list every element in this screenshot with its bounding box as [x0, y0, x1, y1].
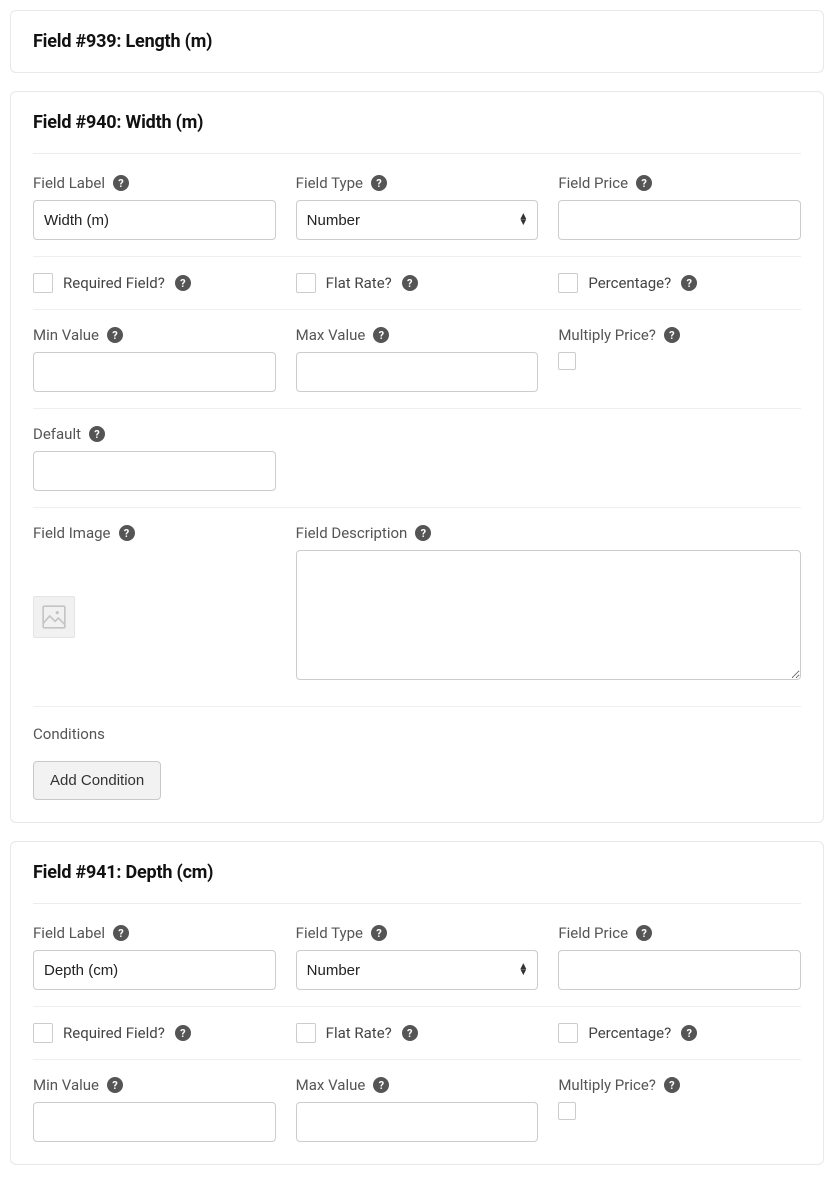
help-icon[interactable]: ? [402, 275, 418, 291]
field-price-label: Field Price ? [558, 174, 801, 192]
help-icon[interactable]: ? [175, 1025, 191, 1041]
help-icon[interactable]: ? [175, 275, 191, 291]
divider [33, 903, 801, 904]
help-icon[interactable]: ? [402, 1025, 418, 1041]
label-text: Field Price [558, 174, 628, 192]
label-text: Field Label [33, 924, 105, 942]
max-value-input[interactable] [296, 1102, 539, 1142]
label-text: Field Type [296, 924, 363, 942]
label-text: Min Value [33, 326, 99, 344]
percentage-checkbox[interactable] [558, 273, 578, 293]
field-image-label: Field Image ? [33, 524, 276, 542]
help-icon[interactable]: ? [107, 1077, 123, 1093]
label-text: Field Label [33, 174, 105, 192]
field-price-input[interactable] [558, 950, 801, 990]
label-text: Max Value [296, 1076, 366, 1094]
field-price-input[interactable] [558, 200, 801, 240]
multiply-price-label: Multiply Price? ? [558, 1076, 801, 1094]
label-text: Field Image [33, 524, 111, 542]
help-icon[interactable]: ? [681, 1025, 697, 1041]
divider [33, 153, 801, 154]
default-input[interactable] [33, 451, 276, 491]
field-type-select[interactable]: Number [296, 950, 539, 990]
min-value-label: Min Value ? [33, 1076, 276, 1094]
required-checkbox[interactable] [33, 273, 53, 293]
multiply-price-checkbox[interactable] [558, 1102, 576, 1120]
percentage-label: Percentage? [588, 1024, 671, 1042]
flat-rate-label: Flat Rate? [326, 274, 392, 292]
required-label: Required Field? [63, 1024, 165, 1042]
help-icon[interactable]: ? [119, 525, 135, 541]
label-text: Field Description [296, 524, 408, 542]
help-icon[interactable]: ? [415, 525, 431, 541]
flat-rate-checkbox[interactable] [296, 1023, 316, 1043]
required-checkbox[interactable] [33, 1023, 53, 1043]
field-panel-939[interactable]: Field #939: Length (m) [10, 10, 824, 73]
panel-header[interactable]: Field #939: Length (m) [11, 11, 823, 72]
flat-rate-checkbox[interactable] [296, 273, 316, 293]
min-value-input[interactable] [33, 1102, 276, 1142]
panel-header[interactable]: Field #940: Width (m) [11, 92, 823, 153]
max-value-input[interactable] [296, 352, 539, 392]
min-value-input[interactable] [33, 352, 276, 392]
field-label-label: Field Label ? [33, 924, 276, 942]
help-icon[interactable]: ? [636, 175, 652, 191]
field-label-input[interactable] [33, 200, 276, 240]
max-value-label: Max Value ? [296, 326, 539, 344]
help-icon[interactable]: ? [371, 175, 387, 191]
label-text: Max Value [296, 326, 366, 344]
help-icon[interactable]: ? [373, 327, 389, 343]
help-icon[interactable]: ? [89, 426, 105, 442]
help-icon[interactable]: ? [113, 925, 129, 941]
label-text: Default [33, 425, 81, 443]
field-description-textarea[interactable] [296, 550, 801, 680]
label-text: Min Value [33, 1076, 99, 1094]
multiply-price-checkbox[interactable] [558, 352, 576, 370]
field-description-label: Field Description ? [296, 524, 801, 542]
field-panel-941: Field #941: Depth (cm) Field Label ? Fie… [10, 841, 824, 1165]
percentage-checkbox[interactable] [558, 1023, 578, 1043]
help-icon[interactable]: ? [107, 327, 123, 343]
field-panel-940: Field #940: Width (m) Field Label ? Fiel… [10, 91, 824, 823]
panel-header[interactable]: Field #941: Depth (cm) [11, 842, 823, 903]
field-price-label: Field Price ? [558, 924, 801, 942]
field-label-label: Field Label ? [33, 174, 276, 192]
label-text: Multiply Price? [558, 326, 656, 344]
field-type-label: Field Type ? [296, 174, 539, 192]
flat-rate-label: Flat Rate? [326, 1024, 392, 1042]
default-label: Default ? [33, 425, 276, 443]
help-icon[interactable]: ? [681, 275, 697, 291]
label-text: Multiply Price? [558, 1076, 656, 1094]
percentage-label: Percentage? [588, 274, 671, 292]
conditions-label: Conditions [33, 725, 801, 743]
min-value-label: Min Value ? [33, 326, 276, 344]
image-placeholder-icon[interactable] [33, 596, 75, 638]
help-icon[interactable]: ? [664, 1077, 680, 1093]
required-label: Required Field? [63, 274, 165, 292]
field-type-select[interactable]: Number [296, 200, 539, 240]
help-icon[interactable]: ? [373, 1077, 389, 1093]
label-text: Field Price [558, 924, 628, 942]
help-icon[interactable]: ? [664, 327, 680, 343]
label-text: Field Type [296, 174, 363, 192]
field-type-label: Field Type ? [296, 924, 539, 942]
add-condition-button[interactable]: Add Condition [33, 761, 161, 800]
max-value-label: Max Value ? [296, 1076, 539, 1094]
help-icon[interactable]: ? [636, 925, 652, 941]
help-icon[interactable]: ? [113, 175, 129, 191]
multiply-price-label: Multiply Price? ? [558, 326, 801, 344]
help-icon[interactable]: ? [371, 925, 387, 941]
field-label-input[interactable] [33, 950, 276, 990]
